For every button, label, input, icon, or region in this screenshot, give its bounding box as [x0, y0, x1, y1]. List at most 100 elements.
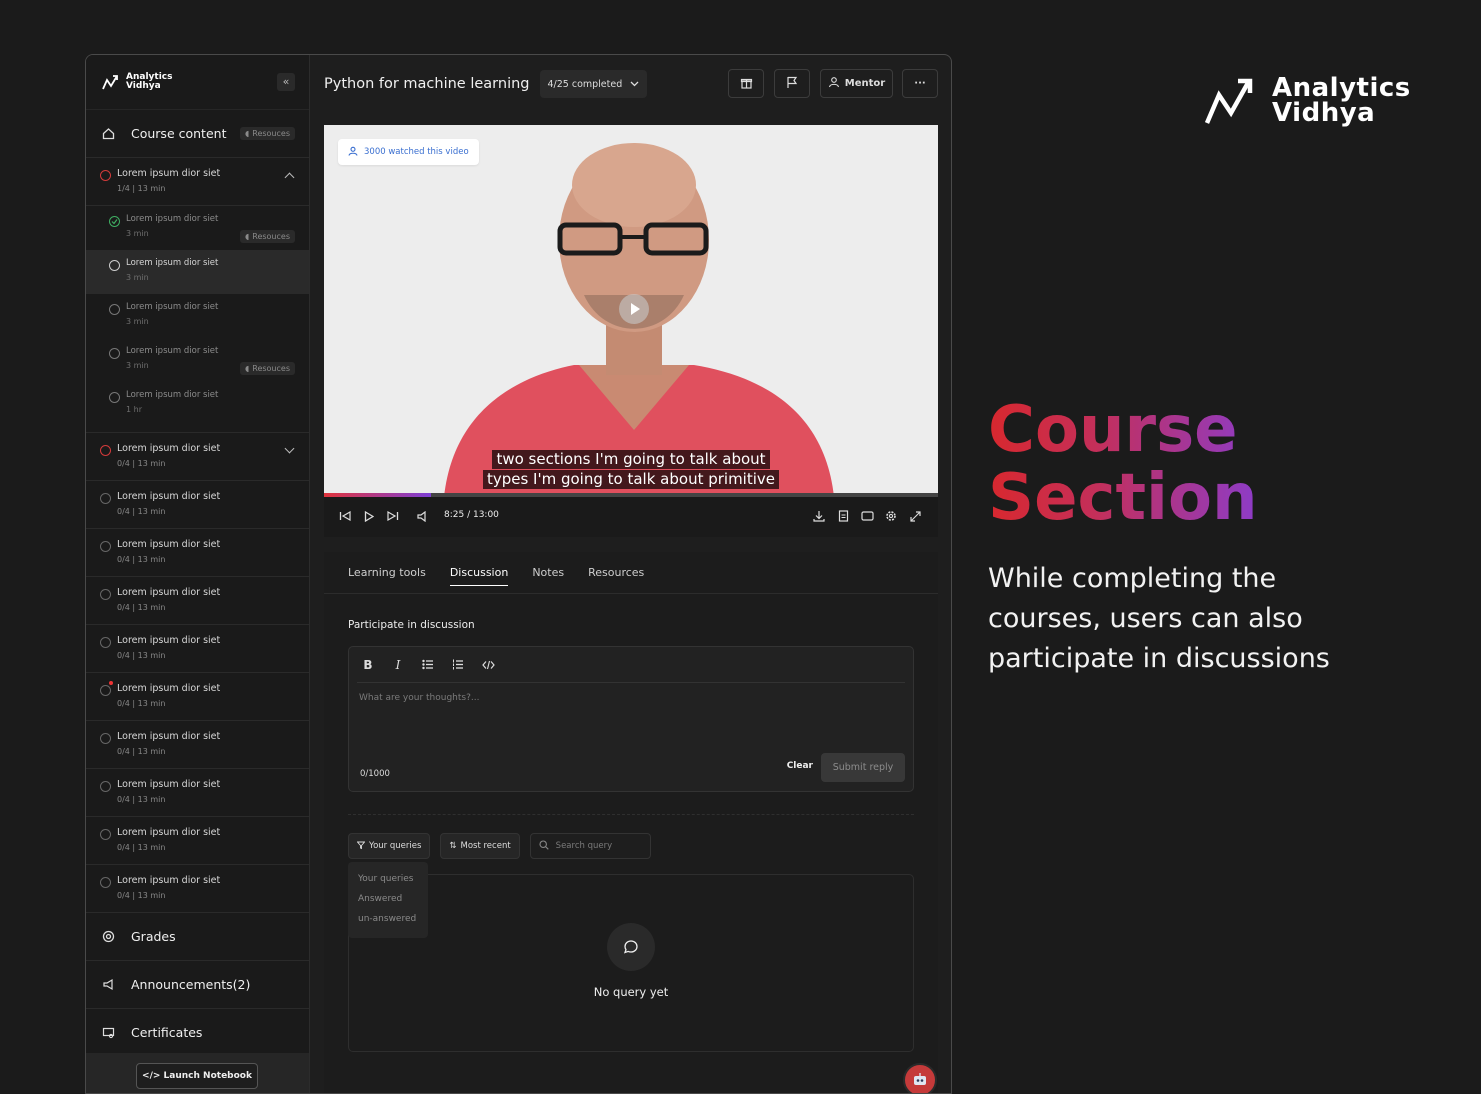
- search-query-input[interactable]: Search query: [529, 833, 651, 859]
- video-time: 8:25 / 13:00: [444, 510, 499, 520]
- notification-dot: [109, 681, 113, 685]
- module-item[interactable]: Lorem ipsum dior siet 1/4 | 13 min: [86, 158, 309, 206]
- module-item[interactable]: Lorem ipsum dior siet 0/4 | 13 min: [86, 481, 309, 529]
- clear-button[interactable]: Clear: [787, 761, 813, 771]
- tab-discussion[interactable]: Discussion: [449, 560, 509, 586]
- play-icon: [631, 303, 640, 315]
- lesson-item[interactable]: Lorem ipsum dior siet 3 min: [86, 294, 309, 338]
- sidebar-course-content[interactable]: Course content ◖ Resouces: [86, 110, 309, 158]
- module-meta: 0/4 | 13 min: [117, 459, 166, 468]
- settings-gear-icon[interactable]: [884, 509, 898, 523]
- module-item[interactable]: Lorem ipsum dior siet 0/4 | 13 min: [86, 769, 309, 817]
- module-title: Lorem ipsum dior siet: [117, 875, 221, 886]
- tab-notes[interactable]: Notes: [532, 560, 564, 585]
- module-item[interactable]: Lorem ipsum dior siet 0/4 | 13 min: [86, 673, 309, 721]
- skip-back-icon[interactable]: [338, 509, 352, 523]
- sidebar-footer: </> Launch Notebook: [86, 1053, 309, 1093]
- character-counter: 0/1000: [360, 769, 390, 779]
- query-results: No query yet: [348, 874, 914, 1052]
- lesson-item-active[interactable]: Lorem ipsum dior siet 3 min: [86, 250, 309, 294]
- play-circle-icon: [109, 348, 120, 359]
- chat-bubble-icon: [607, 923, 655, 971]
- sidebar-announcements[interactable]: Announcements(2): [86, 961, 309, 1009]
- module-meta: 0/4 | 13 min: [117, 699, 166, 708]
- lesson-item[interactable]: Lorem ipsum dior siet 1 hr: [86, 382, 309, 426]
- quiz-icon: [109, 392, 120, 403]
- module-item[interactable]: Lorem ipsum dior siet 0/4 | 13 min: [86, 577, 309, 625]
- tab-resources[interactable]: Resources: [588, 560, 644, 585]
- download-icon[interactable]: [812, 509, 826, 523]
- discussion-editor: B I What are your thoughts?... 0/1000 Cl…: [348, 646, 914, 792]
- tab-learning-tools[interactable]: Learning tools: [348, 560, 426, 585]
- hero-description: While completing the courses, users can …: [988, 563, 1330, 674]
- numbered-list-icon[interactable]: [451, 658, 465, 672]
- module-item[interactable]: Lorem ipsum dior siet 0/4 | 13 min: [86, 865, 309, 913]
- gift-button[interactable]: [728, 69, 764, 98]
- sidebar: Analytics Vidhya « Course content ◖ Resouc…: [86, 55, 310, 1093]
- resources-chip-label: Resouces: [252, 129, 290, 138]
- module-item[interactable]: Lorem ipsum dior siet 0/4 | 13 min: [86, 721, 309, 769]
- progress-dropdown[interactable]: 4/25 completed: [539, 70, 648, 98]
- sidebar-certificates[interactable]: Certificates: [86, 1009, 309, 1057]
- chatbot-button[interactable]: [903, 1063, 937, 1093]
- captions-icon[interactable]: [860, 509, 874, 523]
- fullscreen-icon[interactable]: [908, 509, 922, 523]
- bold-icon[interactable]: B: [361, 658, 375, 672]
- certificate-icon: [101, 1026, 115, 1040]
- lock-icon: [100, 493, 111, 504]
- video-player[interactable]: 3000 watched this video two sections I'm…: [324, 125, 938, 497]
- dropdown-option-unanswered[interactable]: un-answered: [348, 910, 428, 930]
- dropdown-option-your-queries[interactable]: Your queries: [348, 870, 428, 890]
- resources-chip[interactable]: ◖ Resouces: [240, 230, 295, 243]
- code-icon[interactable]: [481, 658, 495, 672]
- reply-textarea[interactable]: What are your thoughts?...: [359, 693, 479, 703]
- your-queries-filter[interactable]: Your queries: [348, 833, 431, 859]
- resource-icon: ◖: [245, 232, 250, 241]
- lock-icon: [100, 877, 111, 888]
- sort-label: Most recent: [460, 841, 511, 851]
- collapse-sidebar-button[interactable]: «: [277, 73, 295, 91]
- query-filters: Your queries ⇅ Most recent Search query: [348, 833, 651, 859]
- transcript-icon[interactable]: [836, 509, 850, 523]
- module-title: Lorem ipsum dior siet: [117, 635, 221, 646]
- resources-chip[interactable]: ◖ Resouces: [240, 127, 295, 140]
- lock-icon: [100, 733, 111, 744]
- module-item[interactable]: Lorem ipsum dior siet 0/4 | 13 min: [86, 433, 309, 481]
- caption-line-2: types I'm going to talk about primitive: [482, 470, 780, 489]
- user-icon: [348, 146, 358, 159]
- logo-text-line2: Vidhya: [126, 81, 161, 91]
- chevron-down-icon: [630, 79, 639, 90]
- discussion-heading: Participate in discussion: [348, 619, 475, 631]
- lesson-item[interactable]: Lorem ipsum dior siet 3 min ◖ Resouces: [86, 206, 309, 250]
- header: Python for machine learning 4/25 complet…: [310, 55, 951, 113]
- module-item[interactable]: Lorem ipsum dior siet 0/4 | 13 min: [86, 529, 309, 577]
- play-icon[interactable]: [362, 509, 376, 523]
- hero-title-line2: Section: [988, 461, 1258, 535]
- resources-chip[interactable]: ◖ Resouces: [240, 362, 295, 375]
- more-options-button[interactable]: ···: [902, 69, 938, 98]
- flag-button[interactable]: [774, 69, 810, 98]
- play-overlay-button[interactable]: [619, 294, 649, 324]
- sidebar-logo: Analytics Vidhya «: [86, 55, 309, 110]
- italic-icon[interactable]: I: [391, 658, 405, 672]
- mentor-button[interactable]: Mentor: [820, 69, 893, 98]
- bulleted-list-icon[interactable]: [421, 658, 435, 672]
- launch-notebook-button[interactable]: </> Launch Notebook: [136, 1063, 258, 1089]
- lesson-item[interactable]: Lorem ipsum dior siet 3 min ◖ Resouces: [86, 338, 309, 382]
- sidebar-grades[interactable]: Grades: [86, 913, 309, 961]
- trend-logo-icon: [1204, 78, 1253, 124]
- module-item[interactable]: Lorem ipsum dior siet 0/4 | 13 min: [86, 625, 309, 673]
- submit-reply-button[interactable]: Submit reply: [821, 753, 905, 782]
- volume-icon[interactable]: [416, 509, 430, 523]
- resource-icon: ◖: [245, 129, 250, 138]
- sort-button[interactable]: ⇅ Most recent: [440, 833, 520, 859]
- certificates-label: Certificates: [131, 1025, 203, 1040]
- progress-label: 4/25 completed: [547, 78, 623, 90]
- dropdown-option-answered[interactable]: Answered: [348, 890, 428, 910]
- skip-forward-icon[interactable]: [386, 509, 400, 523]
- analytics-vidhya-logo[interactable]: Analytics Vidhya: [102, 73, 172, 91]
- module-item[interactable]: Lorem ipsum dior siet 0/4 | 13 min: [86, 817, 309, 865]
- module-progress-icon: [100, 445, 111, 456]
- module-meta: 0/4 | 13 min: [117, 651, 166, 660]
- search-placeholder: Search query: [555, 841, 613, 851]
